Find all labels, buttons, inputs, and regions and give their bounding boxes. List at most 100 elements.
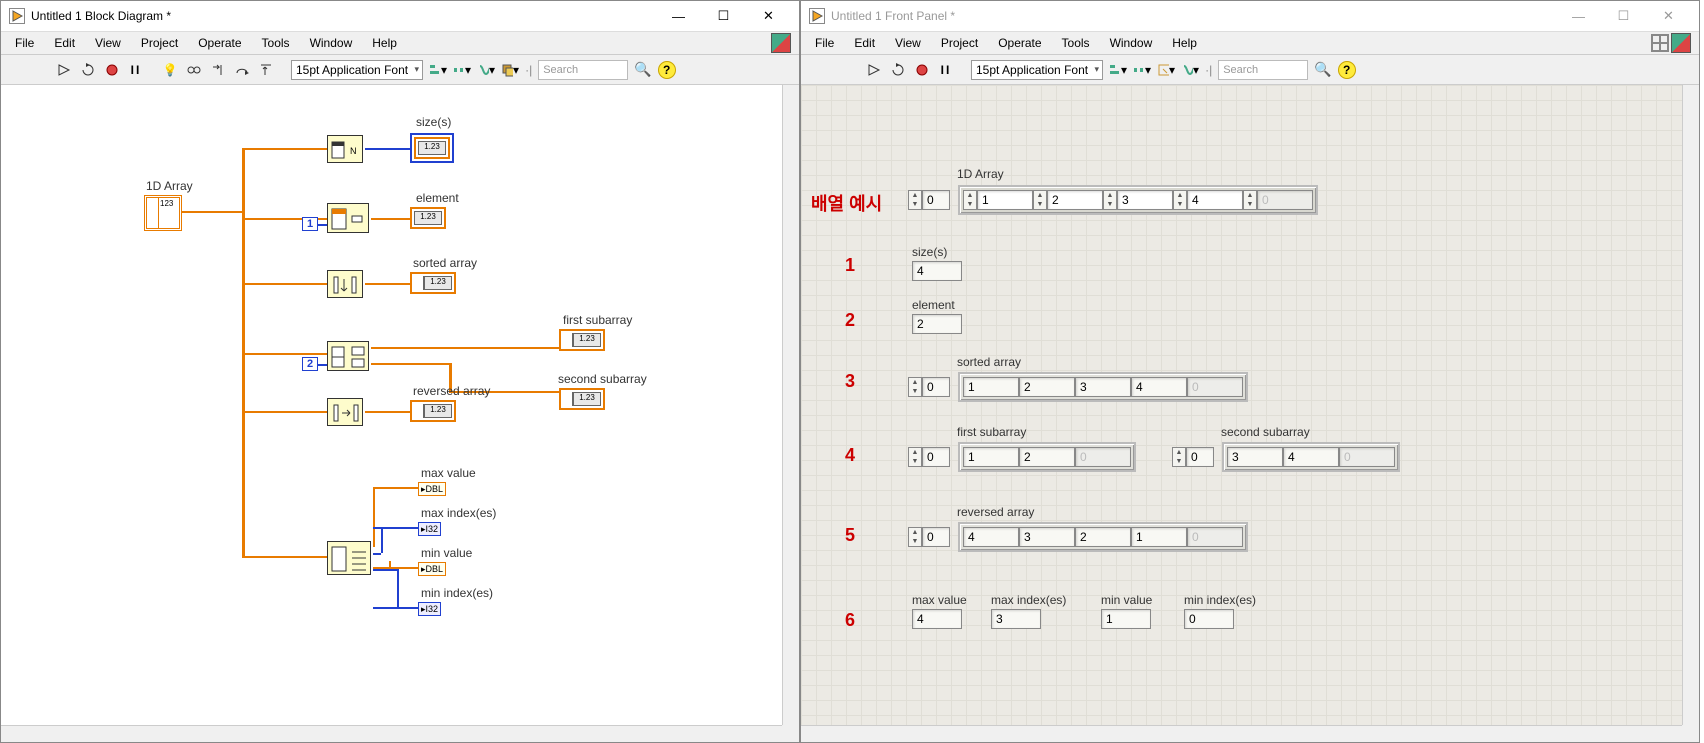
min-value-indicator[interactable]: ▸DBL xyxy=(418,561,446,575)
vi-icon[interactable] xyxy=(1671,33,1691,53)
align-button[interactable]: ▾ xyxy=(429,61,447,79)
menu-operate[interactable]: Operate xyxy=(188,33,251,53)
help-icon[interactable]: ? xyxy=(1338,61,1356,79)
menu-help[interactable]: Help xyxy=(362,33,407,53)
step-out-button[interactable] xyxy=(257,61,275,79)
vertical-scrollbar[interactable] xyxy=(1682,85,1699,725)
pause-button[interactable]: II xyxy=(127,61,145,79)
maximize-button[interactable]: ☐ xyxy=(1601,1,1646,31)
reverse-array-node[interactable] xyxy=(327,398,363,428)
font-selector[interactable]: 15pt Application Font xyxy=(291,60,423,80)
cell-spinner[interactable]: ▲▼ xyxy=(1033,190,1047,210)
block-diagram-canvas[interactable]: 1D Array 123 N size(s) 1.23 1 element 1.… xyxy=(1,85,799,742)
front-panel-canvas[interactable]: 배열 예시 1 2 3 4 5 6 1D Array ▲▼ 0 ▲▼1 ▲▼2 … xyxy=(801,85,1699,742)
second-subarray-indicator[interactable]: 1.23 xyxy=(559,388,605,410)
font-selector[interactable]: 15pt Application Font xyxy=(971,60,1103,80)
cell-spinner[interactable]: ▲▼ xyxy=(1103,190,1117,210)
search-input[interactable]: Search xyxy=(1218,60,1308,80)
menu-help[interactable]: Help xyxy=(1162,33,1207,53)
close-button[interactable]: ✕ xyxy=(746,1,791,31)
const-2[interactable]: 2 xyxy=(302,356,318,370)
menu-edit[interactable]: Edit xyxy=(44,33,85,53)
menu-project[interactable]: Project xyxy=(931,33,988,53)
menu-file[interactable]: File xyxy=(805,33,844,53)
run-continuous-button[interactable] xyxy=(889,61,907,79)
index-field[interactable]: 0 xyxy=(922,377,950,397)
menu-window[interactable]: Window xyxy=(300,33,363,53)
array-cell[interactable]: 3 xyxy=(1117,190,1173,210)
abort-button[interactable] xyxy=(913,61,931,79)
menu-project[interactable]: Project xyxy=(131,33,188,53)
cell-spinner[interactable]: ▲▼ xyxy=(963,190,977,210)
search-input[interactable]: Search xyxy=(538,60,628,80)
index-spinner[interactable]: ▲▼ xyxy=(908,447,922,467)
index-spinner[interactable]: ▲▼ xyxy=(908,190,922,210)
first-subarray-indicator[interactable]: 1.23 xyxy=(559,329,605,351)
split-array-node[interactable] xyxy=(327,341,369,373)
array-size-node[interactable]: N xyxy=(327,135,363,165)
step-into-button[interactable] xyxy=(209,61,227,79)
vertical-scrollbar[interactable] xyxy=(782,85,799,725)
close-button[interactable]: ✕ xyxy=(1646,1,1691,31)
menu-view[interactable]: View xyxy=(85,33,131,53)
menu-operate[interactable]: Operate xyxy=(988,33,1051,53)
index-field[interactable]: 0 xyxy=(1186,447,1214,467)
menu-tools[interactable]: Tools xyxy=(252,33,300,53)
align-button[interactable]: ▾ xyxy=(1109,61,1127,79)
minimize-button[interactable]: — xyxy=(656,1,701,31)
max-value-indicator[interactable]: ▸DBL xyxy=(418,481,446,495)
search-icon[interactable]: 🔍 xyxy=(1314,61,1331,78)
index-spinner[interactable]: ▲▼ xyxy=(908,527,922,547)
sort-array-node[interactable] xyxy=(327,270,363,300)
distribute-button[interactable]: ▾ xyxy=(453,61,471,79)
menu-edit[interactable]: Edit xyxy=(844,33,885,53)
horizontal-scrollbar[interactable] xyxy=(1,725,782,742)
index-spinner[interactable]: ▲▼ xyxy=(908,377,922,397)
connector-pane-icon[interactable] xyxy=(1651,34,1669,52)
highlight-exec-button[interactable]: 💡 xyxy=(161,61,179,79)
array-control-terminal[interactable]: 123 xyxy=(144,195,182,231)
reorder-button[interactable]: ▾ xyxy=(501,61,519,79)
array-input-1d[interactable]: ▲▼ 0 ▲▼1 ▲▼2 ▲▼3 ▲▼4 ▲▼0 xyxy=(908,185,1318,215)
run-button[interactable] xyxy=(865,61,883,79)
array-cell[interactable]: 1 xyxy=(977,190,1033,210)
menu-view[interactable]: View xyxy=(885,33,931,53)
distribute-button[interactable]: ▾ xyxy=(1133,61,1151,79)
search-icon[interactable]: 🔍 xyxy=(634,61,651,78)
run-continuous-button[interactable] xyxy=(79,61,97,79)
horizontal-scrollbar[interactable] xyxy=(801,725,1682,742)
maximize-button[interactable]: ☐ xyxy=(701,1,746,31)
index-field[interactable]: 0 xyxy=(922,447,950,467)
index-array-node[interactable] xyxy=(327,203,369,235)
reorder-button[interactable]: ▾ xyxy=(1181,61,1199,79)
sorted-indicator[interactable]: 1.23 xyxy=(410,272,456,294)
array-cell[interactable]: 0 xyxy=(1257,190,1313,210)
menu-window[interactable]: Window xyxy=(1100,33,1163,53)
retain-wire-button[interactable] xyxy=(185,61,203,79)
array-cell[interactable]: 2 xyxy=(1047,190,1103,210)
element-indicator[interactable]: 1.23 xyxy=(410,207,446,229)
cleanup-button[interactable]: ▾ xyxy=(477,61,495,79)
help-icon[interactable]: ? xyxy=(658,61,676,79)
menu-file[interactable]: File xyxy=(5,33,44,53)
min-index-indicator[interactable]: ▸I32 xyxy=(418,601,441,615)
vi-icon[interactable] xyxy=(771,33,791,53)
cell-spinner[interactable]: ▲▼ xyxy=(1243,190,1257,210)
menu-tools[interactable]: Tools xyxy=(1052,33,1100,53)
minimize-button[interactable]: — xyxy=(1556,1,1601,31)
abort-button[interactable] xyxy=(103,61,121,79)
run-button[interactable] xyxy=(55,61,73,79)
index-field[interactable]: 0 xyxy=(922,527,950,547)
array-maxmin-node[interactable] xyxy=(327,541,371,577)
const-1[interactable]: 1 xyxy=(302,216,318,230)
sizes-indicator[interactable]: 1.23 xyxy=(410,133,454,163)
cell-spinner[interactable]: ▲▼ xyxy=(1173,190,1187,210)
index-spinner[interactable]: ▲▼ xyxy=(1172,447,1186,467)
pause-button[interactable]: II xyxy=(937,61,955,79)
index-field[interactable]: 0 xyxy=(922,190,950,210)
array-cell[interactable]: 4 xyxy=(1187,190,1243,210)
resize-button[interactable]: ▾ xyxy=(1157,61,1175,79)
max-index-indicator[interactable]: ▸I32 xyxy=(418,521,441,535)
step-over-button[interactable] xyxy=(233,61,251,79)
reversed-indicator[interactable]: 1.23 xyxy=(410,400,456,422)
